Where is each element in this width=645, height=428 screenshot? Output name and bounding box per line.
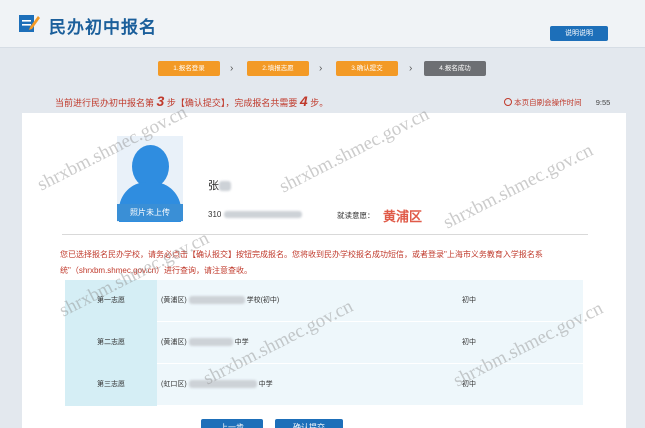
notice-text: 您已选择报名民办学校，请务必点击【确认报交】按钮完成报名。您将收到民办学校报名成… (60, 250, 543, 275)
chevron-right-icon: › (409, 63, 413, 74)
wish-label: 第三志愿 (65, 364, 157, 406)
wish-school: (虹口区) 中学 (161, 364, 273, 406)
wish-school-suffix: 中学 (234, 339, 249, 346)
total-steps-number: 4 (299, 93, 308, 109)
step-3: 3.确认提交 (336, 61, 398, 76)
current-step-number: 3 (156, 93, 165, 109)
wish-school-suffix: 学校(初中) (246, 297, 280, 304)
confirm-submit-button[interactable]: 确认提交 (275, 419, 343, 428)
table-row: 第三志愿 (虹口区) 中学 初中 (65, 364, 583, 406)
wish-school: (黄浦区) 中学 (161, 322, 249, 364)
wish-type: 初中 (462, 381, 476, 388)
chevron-right-icon: › (319, 63, 323, 74)
wish-district: (黄浦区) (161, 297, 187, 304)
session-timer: 本页自刷会操作时间 9:55 (504, 97, 610, 108)
redacted-school (188, 296, 245, 305)
divider (62, 234, 588, 235)
prev-button[interactable]: 上一步 (201, 419, 263, 428)
student-name: 张 (208, 177, 231, 193)
progress-prefix: 当前进行民办初中报名第 (55, 98, 155, 108)
progress-text: 当前进行民办初中报名第 3 步【确认提交】，完成报名共需要 4 步。 (55, 93, 328, 109)
progress-suffix: 步。 (310, 98, 329, 108)
redacted-school (188, 338, 233, 347)
avatar: 照片未上传 (117, 136, 183, 222)
chevron-right-icon: › (230, 63, 234, 74)
wish-school: (黄浦区) 学校(初中) (161, 280, 279, 322)
redacted-id (223, 211, 302, 219)
confirm-panel: 照片未上传 张 310 就读意愿： 黄浦区 您已选择报名民办学校，请务必点击【确… (22, 113, 626, 428)
step-progress-bar: 1.报名登录 › 2.填报志愿 › 3.确认提交 › 4.报名成功 (0, 61, 645, 77)
top-header: 民办初中报名 说明说明 (0, 0, 645, 48)
step-4: 4.报名成功 (424, 61, 486, 76)
wish-school-suffix: 中学 (258, 381, 273, 388)
wish-label: 第一志愿 (65, 280, 157, 322)
wish-district: (黄浦区) (161, 339, 187, 346)
table-row: 第二志愿 (黄浦区) 中学 初中 (65, 322, 583, 364)
help-button[interactable]: 说明说明 (550, 26, 608, 41)
edit-pen-icon (19, 15, 40, 32)
redacted-school (188, 380, 257, 389)
wish-type: 初中 (462, 339, 476, 346)
wish-district: (虹口区) (161, 381, 187, 388)
page-title: 民办初中报名 (49, 18, 157, 37)
table-row: 第一志愿 (黄浦区) 学校(初中) 初中 (65, 280, 583, 322)
avatar-caption: 照片未上传 (117, 204, 183, 221)
student-id-prefix: 310 (208, 210, 222, 219)
wish-type: 初中 (462, 297, 476, 304)
clock-icon (504, 98, 512, 106)
step-1: 1.报名登录 (158, 61, 220, 76)
district-value: 黄浦区 (383, 209, 423, 224)
student-id: 310 (208, 210, 302, 219)
student-name-text: 张 (208, 180, 219, 192)
step-2: 2.填报志愿 (247, 61, 309, 76)
wish-label: 第二志愿 (65, 322, 157, 364)
progress-middle: 步【确认提交】，完成报名共需要 (166, 98, 298, 108)
district-label: 就读意愿： (337, 211, 375, 220)
timer-label: 本页自刷会操作时间 (514, 98, 582, 107)
timer-value: 9:55 (595, 98, 611, 107)
wish-table: 第一志愿 (黄浦区) 学校(初中) 初中 第二志愿 (黄浦区) 中学 初中 第三… (65, 280, 583, 406)
redacted-name (219, 181, 231, 192)
